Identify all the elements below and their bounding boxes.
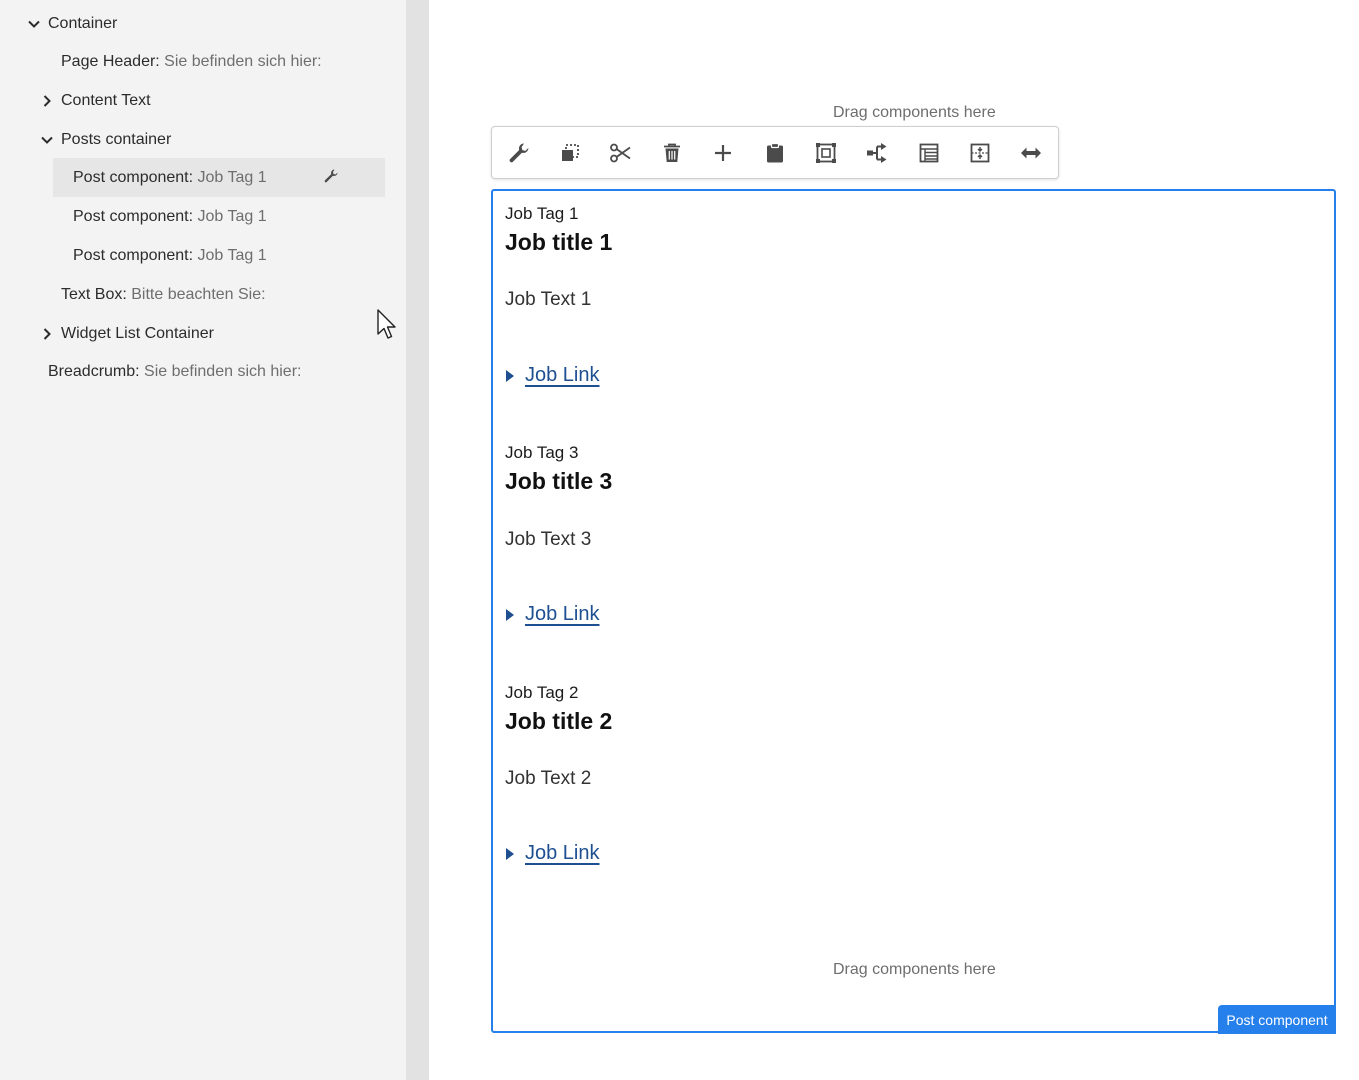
job-tag: Job Tag 2 (505, 683, 579, 702)
add-icon[interactable] (710, 140, 736, 166)
tree-item-description: Sie befinden sich hier: (159, 52, 322, 70)
insert-row-icon[interactable] (967, 140, 993, 166)
job-text: Job Text 2 (505, 768, 592, 789)
tree-item-description: Sie befinden sich hier: (139, 362, 302, 380)
wrench-icon[interactable] (506, 140, 532, 166)
tree-item-description: Bitte beachten Sie: (126, 285, 266, 303)
caret-right-icon (506, 369, 514, 382)
job-tag: Job Tag 3 (505, 443, 579, 462)
chevron-down-icon[interactable] (27, 17, 41, 31)
tree-item-post-component-1[interactable]: Post component: Job Tag 1 (53, 158, 385, 197)
tree-item-posts-container[interactable]: Posts container (0, 120, 406, 159)
cut-icon[interactable] (608, 140, 634, 166)
drag-components-placeholder[interactable]: Drag components here (833, 104, 996, 122)
job-link-label[interactable]: Job Link (525, 842, 600, 865)
tree-item-text-box[interactable]: Text Box: Bitte beachten Sie: (0, 275, 406, 314)
tree-item-widget-list-container[interactable]: Widget List Container (0, 314, 406, 353)
tree-item-label: Posts container (61, 130, 172, 148)
tree-item-label: Content Text (61, 91, 151, 109)
component-badge[interactable]: Post component (1218, 1005, 1336, 1034)
tree-item-post-component-2[interactable]: Post component: Job Tag 1 (53, 197, 385, 236)
chevron-right-icon[interactable] (40, 327, 54, 341)
tree-item-label: Breadcrumb: (48, 362, 140, 380)
post-item: Job Tag 1 (505, 204, 578, 224)
delete-icon[interactable] (659, 140, 685, 166)
job-title: Job title 2 (505, 708, 613, 734)
panel-splitter[interactable] (406, 0, 429, 1080)
post-component-selection-frame[interactable] (491, 189, 1336, 1033)
tree-item-label: Post component: (73, 168, 194, 186)
mouse-cursor-icon (377, 309, 396, 339)
tree-item-label: Page Header: (61, 52, 160, 70)
group-icon[interactable] (813, 140, 839, 166)
job-title: Job title 3 (505, 468, 613, 494)
tree-item-label: Post component: (73, 207, 194, 225)
layout-icon[interactable] (916, 140, 942, 166)
select-parent-icon[interactable] (864, 140, 890, 166)
resize-horizontal-icon[interactable] (1018, 140, 1044, 166)
chevron-down-icon[interactable] (40, 133, 54, 147)
tree-item-page-header[interactable]: Page Header: Sie befinden sich hier: (0, 42, 406, 81)
job-link-label[interactable]: Job Link (525, 364, 600, 387)
job-link-label[interactable]: Job Link (525, 603, 600, 626)
tree-item-content-text[interactable]: Content Text (0, 81, 406, 120)
job-title: Job title 1 (505, 229, 613, 255)
job-link[interactable]: Job Link (505, 603, 600, 626)
drag-components-placeholder[interactable]: Drag components here (833, 961, 996, 979)
tree-item-description: Job Tag 1 (193, 246, 267, 264)
caret-right-icon (506, 608, 514, 621)
job-tag: Job Tag 1 (505, 204, 579, 223)
job-link[interactable]: Job Link (505, 364, 600, 387)
tree-item-label: Text Box: (61, 285, 127, 303)
job-text: Job Text 1 (505, 289, 592, 310)
job-link[interactable]: Job Link (505, 842, 600, 865)
copy-icon[interactable] (557, 140, 583, 166)
job-text: Job Text 3 (505, 529, 592, 550)
wrench-icon[interactable] (323, 168, 339, 184)
tree-item-container[interactable]: Container (0, 4, 406, 43)
tree-item-description: Job Tag 1 (193, 207, 267, 225)
caret-right-icon (506, 847, 514, 860)
content-tree-panel: Container Page Header: Sie befinden sich… (0, 0, 406, 1080)
tree-item-label: Container (48, 14, 118, 32)
tree-item-label: Post component: (73, 246, 194, 264)
tree-item-breadcrumb[interactable]: Breadcrumb: Sie befinden sich hier: (0, 352, 406, 391)
chevron-right-icon[interactable] (40, 94, 54, 108)
tree-item-post-component-3[interactable]: Post component: Job Tag 1 (53, 236, 385, 275)
tree-item-label: Widget List Container (61, 324, 214, 342)
component-toolbar (491, 126, 1059, 179)
paste-icon[interactable] (762, 140, 788, 166)
tree-item-description: Job Tag 1 (193, 168, 267, 186)
